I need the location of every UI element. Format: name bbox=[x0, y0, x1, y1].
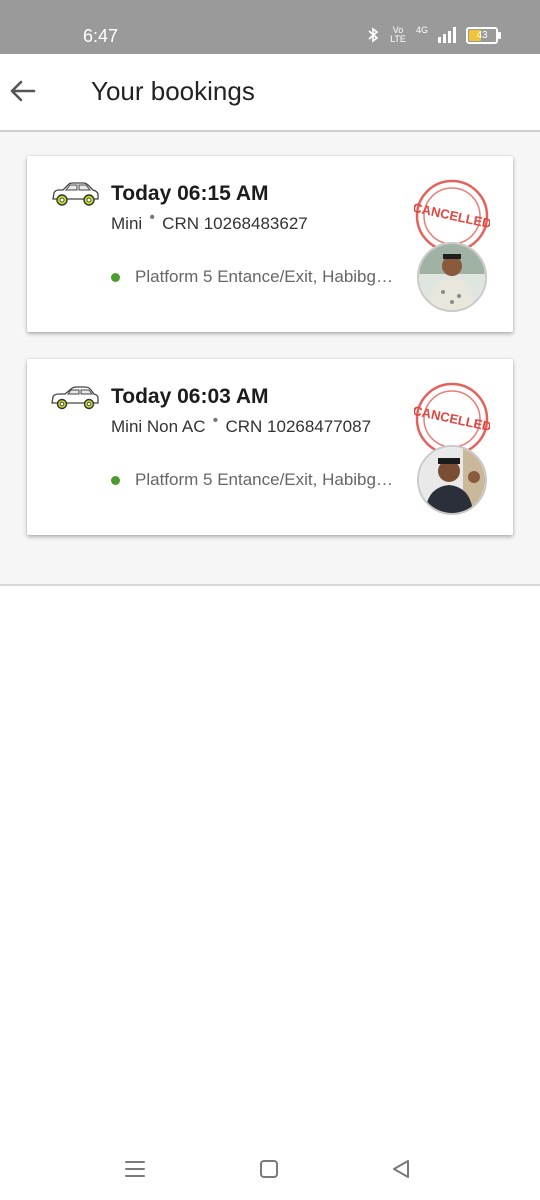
vehicle-type: Mini Non AC bbox=[111, 417, 206, 436]
back-triangle-icon[interactable] bbox=[388, 1156, 414, 1182]
booking-time: Today 06:15 AM bbox=[111, 182, 269, 205]
booking-meta: Mini Non AC • CRN 10268477087 bbox=[111, 412, 372, 437]
status-time: 6:47 bbox=[83, 26, 119, 46]
pickup-text: Platform 5 Entance/Exit, Habibganj bbox=[135, 470, 395, 489]
vehicle-type: Mini bbox=[111, 214, 143, 233]
page-title: Your bookings bbox=[91, 76, 255, 106]
crn-number: CRN 10268477087 bbox=[225, 417, 372, 436]
pickup-dot-icon bbox=[111, 272, 120, 282]
crn-number: CRN 10268483627 bbox=[162, 214, 308, 233]
status-bar: 6:47 Vo LTE 4G 43 bbox=[0, 0, 540, 54]
battery-icon: 43 bbox=[466, 26, 501, 44]
car-icon bbox=[51, 386, 99, 410]
app-bar: Your bookings bbox=[0, 54, 540, 132]
signal-icon bbox=[438, 27, 456, 43]
driver-avatar bbox=[417, 242, 487, 312]
system-nav-bar bbox=[0, 1140, 540, 1200]
bookings-list: Today 06:15 AM Mini • CRN 10268483627 Pl… bbox=[0, 132, 540, 586]
pickup-dot-icon bbox=[111, 475, 120, 485]
network-label: 4G bbox=[415, 25, 428, 35]
arrow-left-icon bbox=[10, 80, 36, 102]
booking-card[interactable]: Today 06:15 AM Mini • CRN 10268483627 Pl… bbox=[27, 156, 513, 332]
battery-level: 43 bbox=[476, 29, 488, 41]
menu-icon[interactable] bbox=[122, 1156, 148, 1182]
car-icon bbox=[52, 182, 99, 206]
driver-avatar bbox=[417, 445, 487, 515]
booking-card[interactable]: Today 06:03 AM Mini Non AC • CRN 1026847… bbox=[27, 359, 513, 535]
bluetooth-icon bbox=[368, 27, 379, 43]
status-icons: Vo LTE 4G 43 bbox=[366, 25, 501, 44]
back-button[interactable] bbox=[6, 74, 40, 108]
home-icon[interactable] bbox=[256, 1156, 282, 1182]
pickup-text: Platform 5 Entance/Exit, Habibganj bbox=[135, 267, 395, 286]
volte-label: Vo LTE bbox=[390, 25, 406, 44]
separator-dot: • bbox=[149, 209, 155, 226]
pickup-location: Platform 5 Entance/Exit, Habibganj bbox=[111, 470, 395, 490]
booking-meta: Mini • CRN 10268483627 bbox=[111, 209, 308, 234]
pickup-location: Platform 5 Entance/Exit, Habibganj bbox=[111, 267, 395, 287]
separator-dot: • bbox=[212, 412, 219, 429]
booking-time: Today 06:03 AM bbox=[111, 385, 269, 408]
